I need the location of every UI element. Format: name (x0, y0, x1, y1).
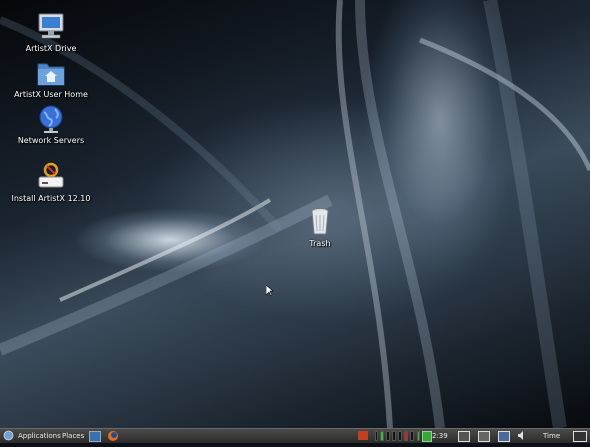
show-desktop-icon[interactable] (89, 431, 101, 442)
desktop-icon-user-home[interactable]: ArtistX User Home (1, 58, 101, 100)
load-meter (404, 431, 408, 441)
desktop-icon-installer[interactable]: Install ArtistX 12.10 (1, 162, 101, 204)
desktop-icon-trash[interactable]: Trash (270, 207, 370, 249)
menu-places[interactable]: Places (62, 429, 84, 443)
clock-time[interactable]: Time (543, 429, 560, 443)
battery-meter (417, 431, 420, 441)
menu-applications[interactable]: Applications (18, 429, 61, 443)
main-menu-icon[interactable] (3, 429, 14, 443)
trash-icon (303, 207, 337, 237)
cpu-meter (375, 431, 378, 441)
desktop-icon-label: Network Servers (17, 136, 85, 145)
network-meter (392, 431, 396, 441)
desktop-icon-network-servers[interactable]: Network Servers (1, 104, 101, 146)
disk-meter (410, 431, 414, 441)
battery-icon[interactable] (422, 431, 432, 442)
swap-meter (398, 431, 402, 441)
desktop[interactable]: ArtistX Drive ArtistX User Home Network … (0, 0, 590, 428)
desktop-icon-label: ArtistX User Home (14, 90, 88, 99)
desktop-icon-label: Install ArtistX 12.10 (11, 194, 91, 203)
window-list-icon[interactable] (573, 431, 587, 442)
mouse-pointer-icon (265, 282, 274, 301)
desktop-icon-drive[interactable]: ArtistX Drive (1, 12, 101, 54)
firefox-launcher-icon[interactable] (107, 430, 119, 444)
clipboard-icon[interactable] (478, 431, 490, 442)
home-folder-icon (34, 58, 68, 88)
network-globe-icon (34, 104, 68, 134)
desktop-icon-label: Trash (309, 239, 331, 248)
memory-meter (386, 431, 390, 441)
cpu-meter-bar (380, 431, 384, 441)
network-icon[interactable] (498, 431, 510, 442)
tray-clock-small[interactable]: 2:39 (432, 429, 448, 443)
installer-icon (34, 162, 68, 192)
bottom-panel: Applications Places 2:39 Time (0, 428, 590, 443)
keyboard-icon[interactable] (458, 431, 470, 442)
volume-icon[interactable] (517, 430, 527, 444)
computer-icon (34, 12, 68, 42)
desktop-icon-label: ArtistX Drive (25, 44, 77, 53)
workspace-switcher-icon[interactable] (358, 431, 368, 440)
